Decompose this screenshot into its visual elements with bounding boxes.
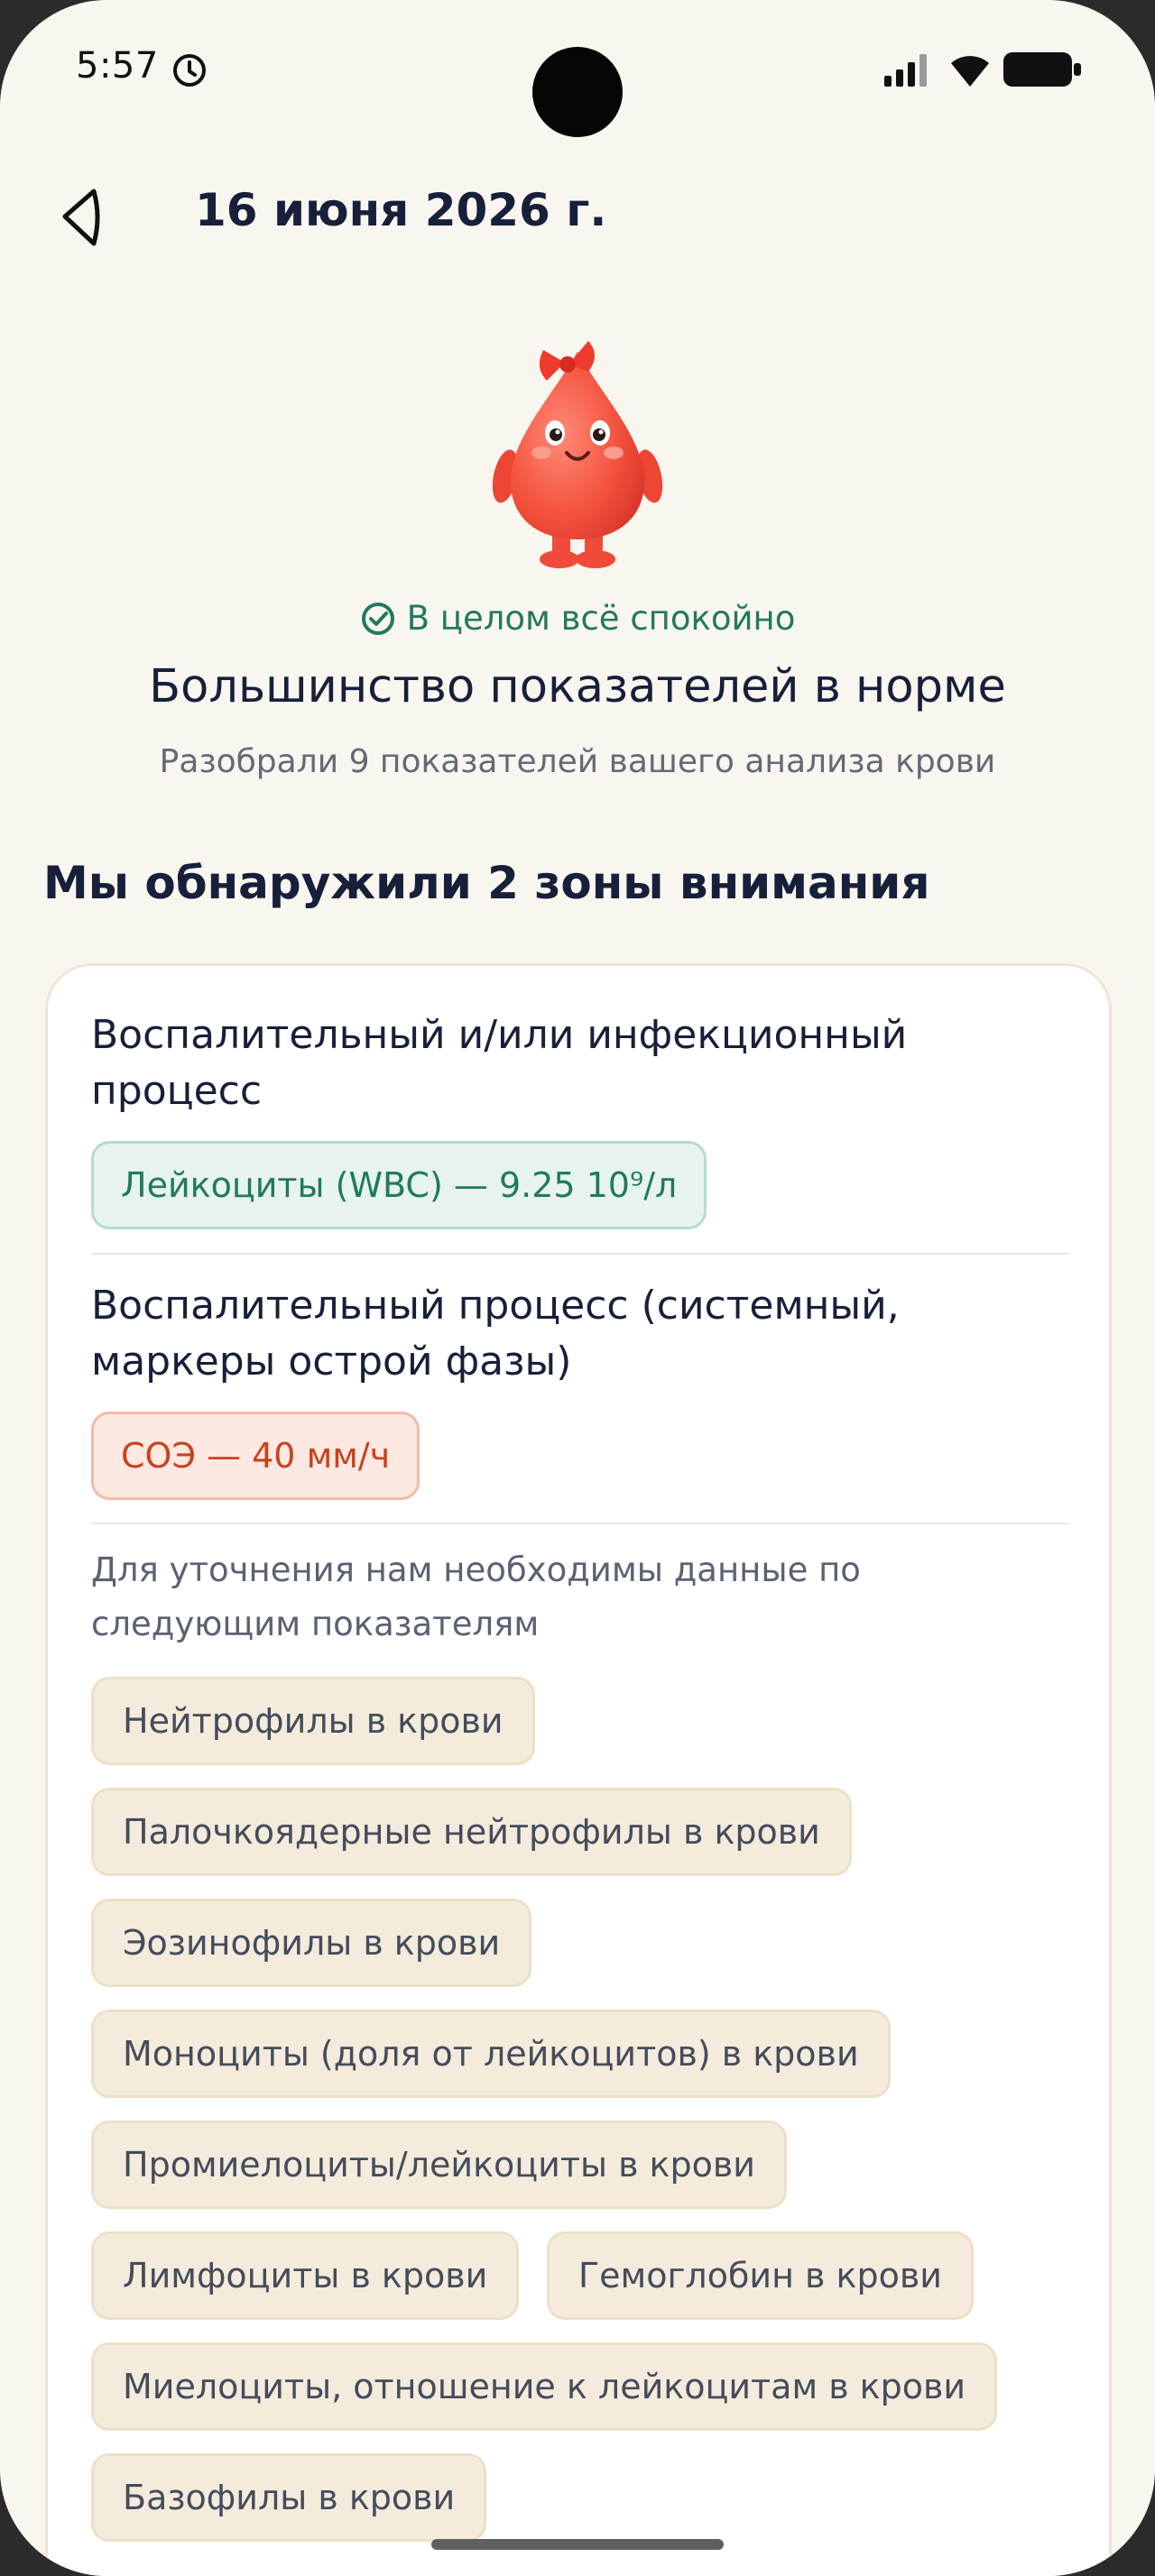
summary-title: Большинство показателей в норме xyxy=(149,660,1006,713)
needed-indicator-tag[interactable]: Миелоциты, отношение к лейкоцитам в кров… xyxy=(91,2342,998,2431)
back-arrow-icon[interactable] xyxy=(54,186,105,249)
zone-title: Воспалительный и/или инфекционный процес… xyxy=(91,1012,908,1114)
wifi-icon xyxy=(951,56,989,87)
needed-indicator-tag[interactable]: Гемоглобин в крови xyxy=(547,2231,974,2320)
front-camera xyxy=(532,47,623,137)
app-screen: 5:57 16 июня 2026 г. В целом всё спокойн… xyxy=(0,0,1155,2576)
alarm-icon xyxy=(173,54,206,87)
page-title: 16 июня 2026 г. xyxy=(195,184,607,236)
status-bar: 5:57 xyxy=(0,0,1155,144)
home-indicator[interactable] xyxy=(431,2539,724,2550)
status-time: 5:57 xyxy=(76,45,159,87)
indicator-chip-esr[interactable]: СОЭ — 40 мм/ч xyxy=(91,1412,420,1500)
needed-indicator-tag[interactable]: Моноциты (доля от лейкоцитов) в крови xyxy=(91,2010,891,2098)
signal-icon xyxy=(884,54,927,87)
needed-indicator-tag[interactable]: Нейтрофилы в крови xyxy=(91,1677,535,1765)
overall-status-text: В целом всё спокойно xyxy=(406,599,796,638)
needed-data-text: Для уточнения нам необходимы данные по с… xyxy=(91,1550,861,1643)
indicator-chip-wbc[interactable]: Лейкоциты (WBC) — 9.25 10⁹/л xyxy=(91,1141,707,1229)
divider xyxy=(91,1253,1069,1255)
attention-zones-heading: Мы обнаружили 2 зоны внимания xyxy=(43,857,930,909)
summary-subtitle: Разобрали 9 показателей вашего анализа к… xyxy=(159,743,996,780)
zone-title: Воспалительный процесс (системный, марке… xyxy=(91,1283,900,1385)
needed-indicator-tag[interactable]: Лимфоциты в крови xyxy=(91,2231,520,2320)
overall-status: В целом всё спокойно xyxy=(0,599,1155,638)
needed-indicator-tag[interactable]: Палочкоядерные нейтрофилы в крови xyxy=(91,1788,852,1876)
blood-drop-mascot xyxy=(492,341,663,568)
attention-zones-card: Воспалительный и/или инфекционный процес… xyxy=(45,963,1112,2576)
check-circle-icon xyxy=(361,602,394,635)
divider xyxy=(91,1523,1069,1524)
needed-indicator-tag[interactable]: Промиелоциты/лейкоциты в крови xyxy=(91,2121,787,2209)
battery-icon xyxy=(1003,52,1081,87)
needed-indicator-tag[interactable]: Эозинофилы в крови xyxy=(91,1899,532,1987)
needed-indicator-tag[interactable]: Базофилы в крови xyxy=(91,2453,487,2542)
